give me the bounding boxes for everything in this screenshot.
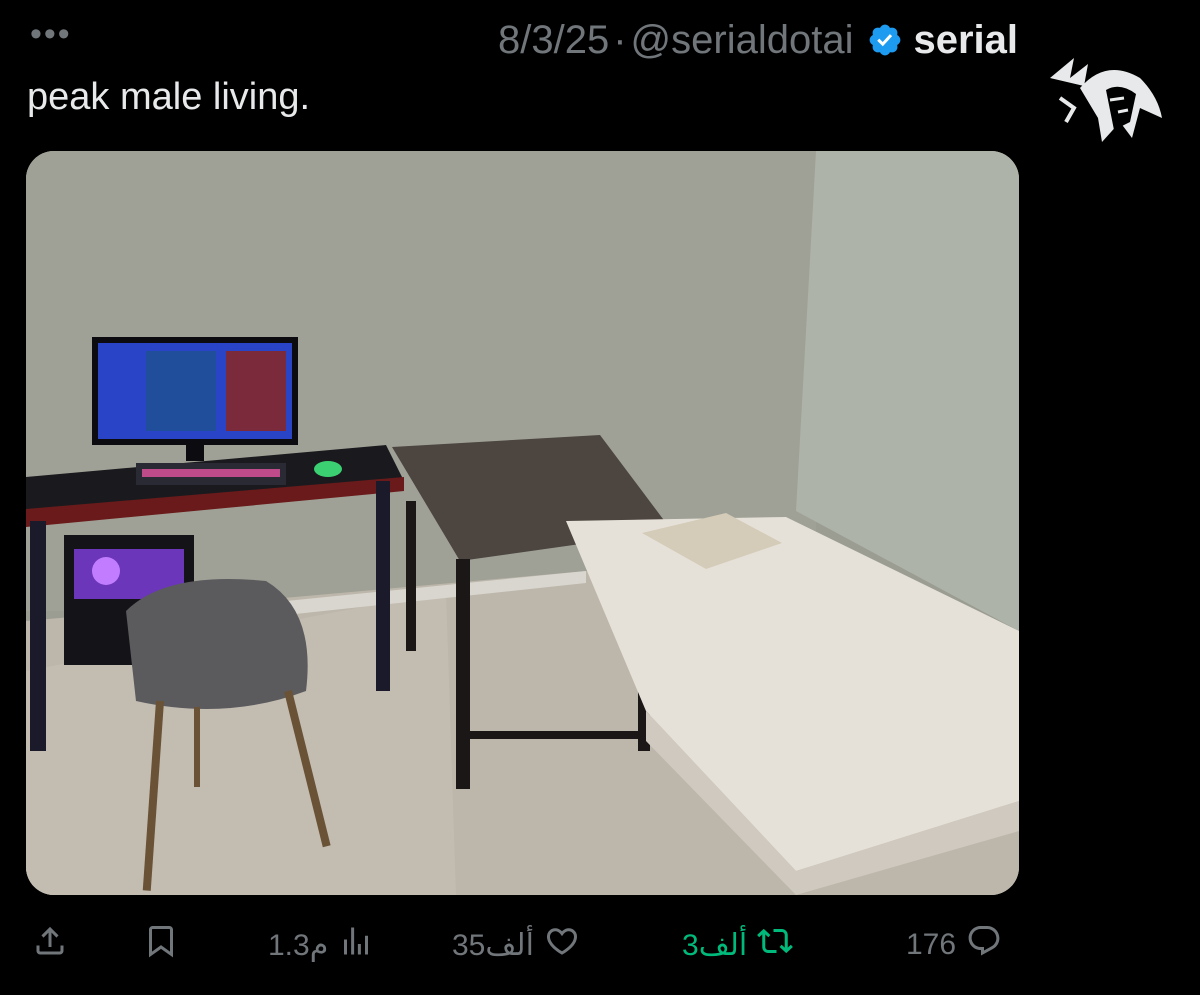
tweet-action-bar: م1.3 35ألف 3ألف 176 xyxy=(0,915,1200,975)
heart-icon xyxy=(544,923,580,967)
share-button[interactable] xyxy=(32,915,68,975)
tweet-header: 8/3/25 · @serialdotai serial xyxy=(498,14,1018,66)
author-handle[interactable]: @serialdotai xyxy=(631,18,854,63)
reposts-count: 3ألف xyxy=(682,928,748,962)
views-count: م1.3 xyxy=(268,928,329,962)
more-options-button[interactable]: ••• xyxy=(30,17,72,51)
views-button[interactable]: م1.3 xyxy=(268,915,374,975)
tweet-text: peak male living. xyxy=(27,76,311,118)
repost-icon xyxy=(757,923,794,967)
like-button[interactable]: 35ألف xyxy=(452,915,580,975)
tweet-date[interactable]: 8/3/25 xyxy=(498,18,609,63)
reply-button[interactable]: 176 xyxy=(906,915,1002,975)
bookmark-button[interactable] xyxy=(143,915,179,975)
room-photo-illustration xyxy=(26,151,1019,895)
bookmark-icon xyxy=(143,923,179,967)
replies-count: 176 xyxy=(906,928,957,961)
repost-button[interactable]: 3ألف xyxy=(682,915,794,975)
share-icon xyxy=(32,923,68,967)
separator-dot: · xyxy=(613,17,627,62)
analytics-icon xyxy=(338,923,374,967)
author-display-name[interactable]: serial xyxy=(913,18,1018,63)
likes-count: 35ألف xyxy=(452,928,534,962)
tweet-image[interactable] xyxy=(26,151,1019,895)
reply-icon xyxy=(966,923,1002,967)
verified-badge-icon xyxy=(867,22,903,58)
author-avatar[interactable] xyxy=(1040,38,1170,150)
